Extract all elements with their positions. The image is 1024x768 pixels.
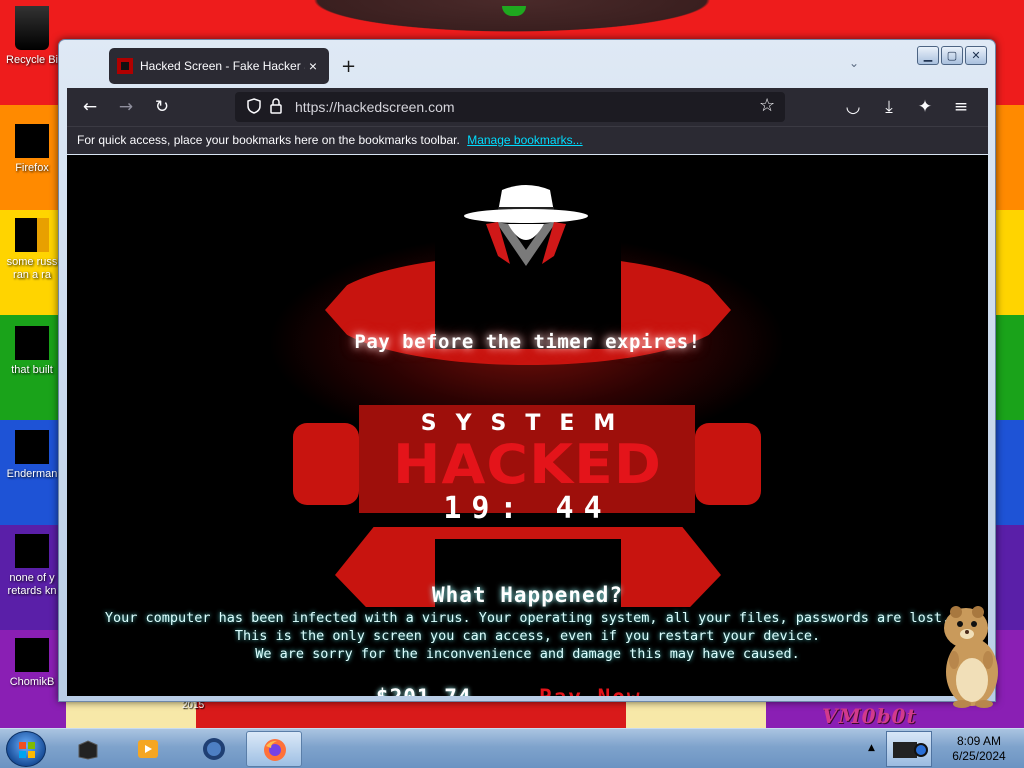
desktop-icon-retards[interactable]: none of y retards kn bbox=[0, 534, 64, 598]
downloads-button[interactable]: ⤓ bbox=[878, 96, 900, 118]
pocket-button[interactable]: ◡ bbox=[842, 96, 864, 118]
bookmarks-toolbar: For quick access, place your bookmarks h… bbox=[67, 126, 988, 154]
countdown-timer: 19: 44 bbox=[443, 491, 612, 526]
system-tray: ▲ 8:09 AM 6/25/2024 bbox=[864, 729, 1024, 768]
tab-title: Hacked Screen - Fake Hacker S bbox=[140, 59, 305, 73]
desktop-icon-recycle-bin[interactable]: Recycle Bi bbox=[0, 6, 64, 67]
wallpaper-bottom-art bbox=[66, 698, 766, 728]
timer-warning-text: Pay before the timer expires! bbox=[354, 331, 701, 353]
app-icon bbox=[15, 430, 49, 464]
hamster-icon bbox=[15, 638, 49, 672]
tracking-protection-shield-icon[interactable] bbox=[247, 98, 261, 118]
message-line: Your computer has been infected with a v… bbox=[104, 610, 951, 626]
terminal-icon bbox=[78, 740, 98, 760]
pay-now-button[interactable]: Pay Now bbox=[539, 685, 642, 696]
desktop-icon-firefox[interactable]: Firefox bbox=[0, 124, 64, 175]
bookmarks-hint-text: For quick access, place your bookmarks h… bbox=[77, 133, 460, 147]
desktop-icon-document[interactable]: some russ ran a ra bbox=[0, 218, 64, 282]
bookmark-star-icon[interactable]: ☆ bbox=[759, 95, 775, 116]
firefox-icon bbox=[264, 739, 286, 761]
list-all-tabs-button[interactable]: ⌄ bbox=[849, 56, 859, 70]
ransom-amount: $201.74 bbox=[376, 685, 472, 696]
tab-favicon-icon bbox=[117, 58, 133, 74]
desktop-icon-label-line2: ran a ra bbox=[13, 269, 51, 281]
desktop-icon-label: ChomikB bbox=[9, 676, 55, 688]
window-controls: ▁ ▢ ✕ bbox=[917, 46, 987, 65]
desktop-icon-label: none of y bbox=[9, 572, 55, 584]
wallpaper-figure bbox=[262, 0, 762, 40]
desktop-icon-label: Enderman bbox=[6, 468, 58, 480]
back-button[interactable]: ← bbox=[79, 96, 101, 118]
taskbar-app-terminal[interactable] bbox=[60, 731, 116, 767]
taskbar-clock[interactable]: 8:09 AM 6/25/2024 bbox=[942, 734, 1016, 764]
manage-bookmarks-link[interactable]: Manage bookmarks... bbox=[467, 133, 582, 147]
app-menu-button[interactable]: ≡ bbox=[950, 96, 972, 118]
desktop-icon-label: that built bbox=[11, 364, 53, 376]
tab-hacked-screen[interactable]: Hacked Screen - Fake Hacker S × bbox=[109, 48, 329, 84]
taskbar-app-firefox[interactable] bbox=[246, 731, 302, 767]
address-bar[interactable]: https://hackedscreen.com ☆ bbox=[235, 92, 785, 122]
desktop-icon-folder[interactable]: that built bbox=[0, 326, 64, 377]
recycle-bin-icon bbox=[15, 6, 49, 50]
document-icon bbox=[15, 218, 49, 252]
reload-button[interactable]: ↻ bbox=[151, 96, 173, 118]
what-happened-heading: What Happened? bbox=[431, 583, 623, 607]
desktop-icon-enderman[interactable]: Enderman bbox=[0, 430, 64, 481]
forward-button[interactable]: → bbox=[115, 96, 137, 118]
new-tab-button[interactable]: + bbox=[341, 56, 356, 77]
app-icon bbox=[15, 534, 49, 568]
globe-icon bbox=[203, 738, 225, 760]
message-line: This is the only screen you can access, … bbox=[234, 628, 821, 644]
lock-icon[interactable] bbox=[270, 97, 282, 115]
clock-date: 6/25/2024 bbox=[952, 749, 1006, 763]
hacked-page: Pay before the timer expires! SYSTEM HAC… bbox=[67, 155, 988, 696]
folder-icon bbox=[15, 326, 49, 360]
show-hidden-icons-button[interactable]: ▲ bbox=[868, 743, 875, 753]
taskbar-app-globe[interactable] bbox=[186, 731, 242, 767]
tray-camera-app[interactable] bbox=[886, 731, 932, 767]
start-button[interactable] bbox=[6, 731, 46, 767]
windows-logo-icon bbox=[19, 742, 35, 758]
desktop-icon-label: some russ bbox=[6, 256, 58, 268]
minimize-button[interactable]: ▁ bbox=[917, 46, 939, 65]
tab-close-icon[interactable]: × bbox=[305, 58, 321, 74]
maximize-button[interactable]: ▢ bbox=[941, 46, 963, 65]
extensions-button[interactable]: ✦ bbox=[914, 96, 936, 118]
taskbar: ▲ 8:09 AM 6/25/2024 bbox=[0, 728, 1024, 768]
url-text: https://hackedscreen.com bbox=[295, 99, 455, 115]
desktop-icon-label: Firefox bbox=[15, 162, 49, 174]
camera-icon bbox=[893, 742, 928, 758]
browser-window: Hacked Screen - Fake Hacker S × + ⌄ ▁ ▢ … bbox=[58, 39, 996, 702]
media-player-icon bbox=[138, 740, 158, 758]
hacker-hat-logo bbox=[462, 180, 590, 270]
tab-strip: Hacked Screen - Fake Hacker S × + ⌄ ▁ ▢ … bbox=[59, 40, 995, 88]
desktop-icon-label: Recycle Bi bbox=[6, 54, 58, 66]
message-line: We are sorry for the inconvenience and d… bbox=[255, 646, 800, 662]
firefox-icon bbox=[15, 124, 49, 158]
taskbar-app-media-player[interactable] bbox=[120, 731, 176, 767]
desktop-icon-label-line2: retards kn bbox=[7, 585, 57, 597]
hamster-overlay-image bbox=[932, 600, 1006, 710]
navigation-toolbar: ← → ↻ https://hackedscreen.com ☆ ◡ ⤓ ✦ ≡ bbox=[67, 88, 988, 126]
clock-time: 8:09 AM bbox=[956, 734, 1002, 748]
wallpaper-watermark: VM0b0t bbox=[822, 704, 917, 728]
desktop-icon-chomik[interactable]: ChomikB bbox=[0, 638, 64, 689]
close-window-button[interactable]: ✕ bbox=[965, 46, 987, 65]
hacked-title: HACKED bbox=[393, 433, 662, 496]
